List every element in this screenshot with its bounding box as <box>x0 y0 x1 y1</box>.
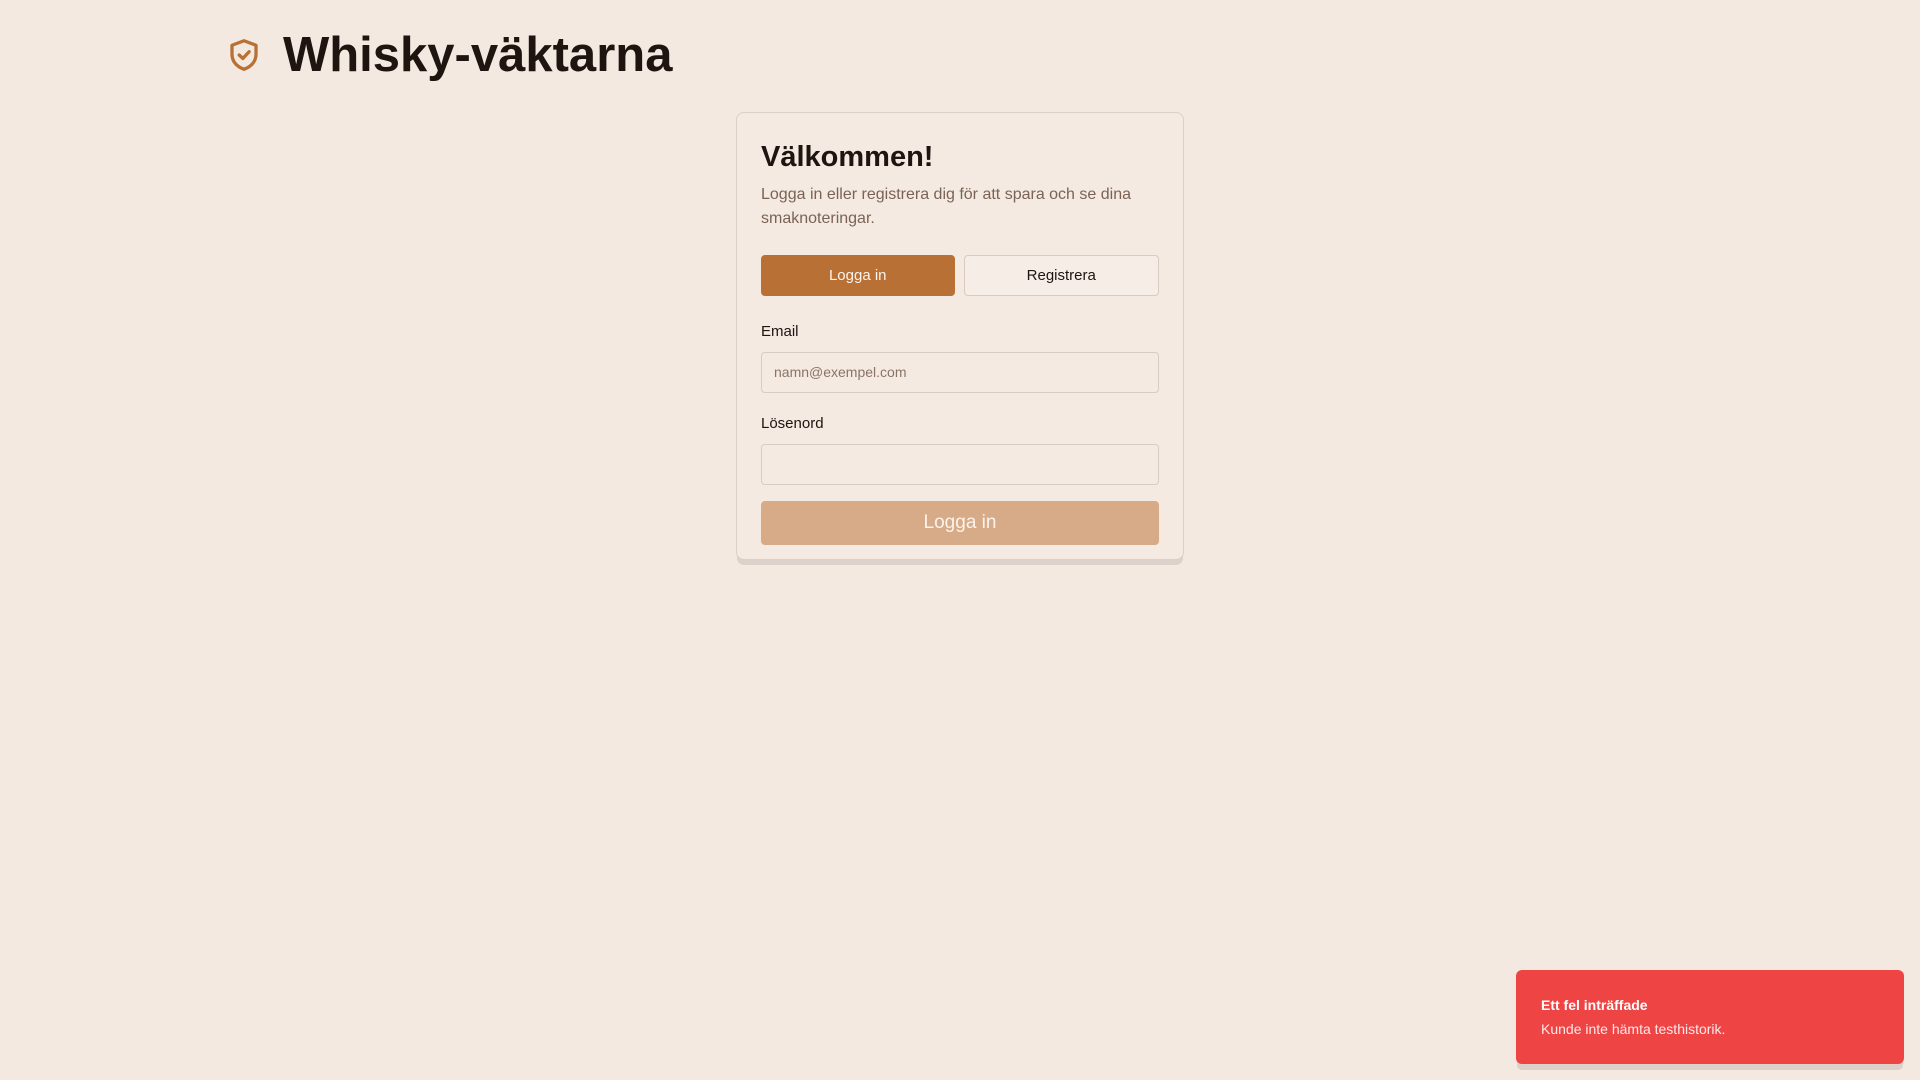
app-title: Whisky-väktarna <box>283 27 673 82</box>
tab-login[interactable]: Logga in <box>761 254 955 296</box>
toast-message: Kunde inte hämta testhistorik. <box>1541 1021 1726 1037</box>
app-header: Whisky-väktarna <box>225 26 672 84</box>
error-toast[interactable]: Ett fel inträffade Kunde inte hämta test… <box>1516 970 1904 1064</box>
shield-check-icon <box>225 35 263 75</box>
auth-tabs: Logga in Registrera <box>761 254 1159 296</box>
tab-register[interactable]: Registrera <box>963 254 1159 296</box>
email-label: Email <box>761 322 799 340</box>
email-field[interactable] <box>761 351 1159 393</box>
login-submit-button[interactable]: Logga in <box>761 500 1159 545</box>
password-field[interactable] <box>761 443 1159 485</box>
auth-card: Välkommen! Logga in eller registrera dig… <box>736 112 1184 560</box>
toast-title: Ett fel inträffade <box>1541 997 1648 1013</box>
welcome-title: Välkommen! <box>761 141 934 173</box>
welcome-subtitle: Logga in eller registrera dig för att sp… <box>761 185 1131 227</box>
password-label: Lösenord <box>761 414 824 432</box>
